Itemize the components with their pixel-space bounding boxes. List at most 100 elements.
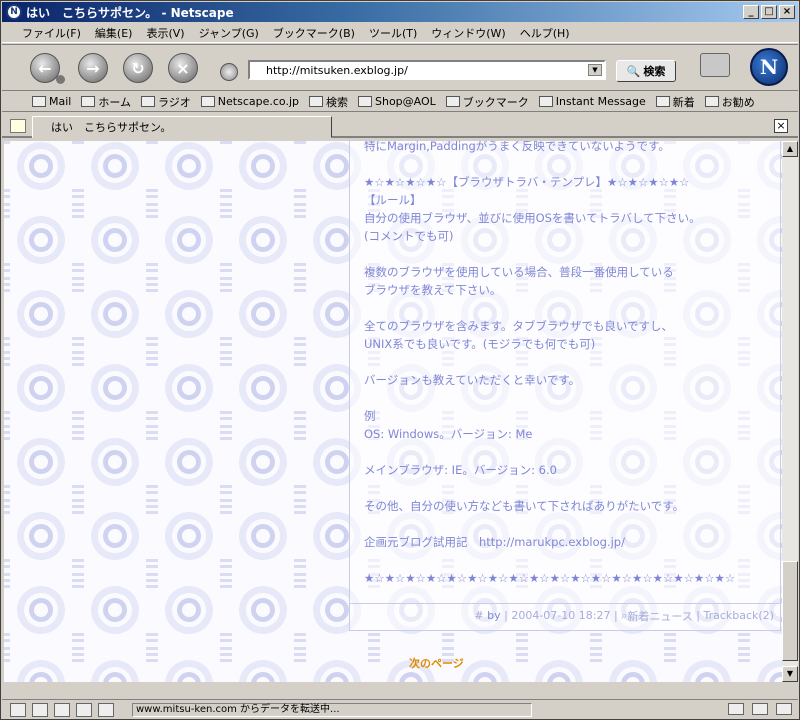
- post-line: [364, 443, 774, 461]
- close-button[interactable]: ×: [779, 5, 795, 19]
- new-tab-icon[interactable]: [10, 119, 26, 133]
- browser-window: N はい こちらサポセン。 - Netscape _ □ × ファイル(F) 編…: [0, 0, 800, 720]
- url-field[interactable]: http://mitsuken.exblog.jp/ ▼: [248, 60, 606, 80]
- post-line: [364, 155, 774, 173]
- post-line: ブラウザを教えて下さい。: [364, 283, 502, 297]
- aim-icon[interactable]: [54, 702, 70, 717]
- post-line: ★☆★☆★☆★☆【ブラウザトラバ・テンプレ】★☆★☆★☆★☆: [364, 175, 690, 189]
- pb-item-mail[interactable]: Mail: [32, 95, 71, 108]
- reload-button[interactable]: ↻: [123, 53, 153, 83]
- menu-go[interactable]: ジャンプ(G): [199, 25, 259, 41]
- scroll-down-icon[interactable]: ▼: [782, 666, 798, 682]
- pb-item-bookmarks[interactable]: ブックマーク: [445, 94, 529, 110]
- pb-item-recommend[interactable]: お勧め: [704, 94, 755, 110]
- magnifier-icon: [309, 96, 323, 107]
- author-link[interactable]: by: [487, 609, 501, 622]
- post-line: [364, 551, 774, 569]
- post-line: OS: Windows。バージョン: Me: [364, 427, 533, 441]
- headphones-icon: [141, 96, 156, 107]
- folder-icon: [445, 96, 460, 107]
- shop-icon: [358, 96, 372, 107]
- post-date: 2004-07-10 18:27: [511, 609, 611, 622]
- menu-edit[interactable]: 編集(E): [95, 25, 133, 41]
- post-line: 例: [364, 409, 376, 423]
- status-text: www.mitsu-ken.com からデータを転送中...: [132, 703, 532, 717]
- minimize-button[interactable]: _: [743, 5, 759, 19]
- permalink-link[interactable]: #: [474, 609, 483, 622]
- bookmark-icon: [538, 96, 553, 107]
- search-button[interactable]: 🔍 検索: [616, 60, 676, 82]
- status-bar: www.mitsu-ken.com からデータを転送中...: [2, 699, 798, 719]
- post-line: その他、自分の使い方なども書いて下さればありがたいです。: [364, 499, 685, 513]
- print-icon[interactable]: [700, 53, 730, 77]
- menu-file[interactable]: ファイル(F): [22, 25, 81, 41]
- post-line: UNIX系でも良いです。(モジラでも何でも可): [364, 337, 596, 351]
- navigation-toolbar: ← → ↻ × http://mitsuken.exblog.jp/ ▼ 🔍 検…: [2, 44, 798, 91]
- bookmark-icon: [704, 96, 719, 107]
- close-tab-icon[interactable]: ×: [774, 119, 788, 133]
- forward-arrow-icon: →: [86, 58, 100, 78]
- mail-icon: [32, 96, 46, 107]
- pb-item-search[interactable]: 検索: [309, 94, 348, 110]
- menu-view[interactable]: 表示(V): [146, 25, 184, 41]
- tab-current[interactable]: はい こちらサポセン。: [32, 116, 332, 138]
- lock-icon: [776, 703, 792, 715]
- mail-icon[interactable]: [32, 702, 48, 717]
- scroll-thumb[interactable]: [782, 561, 798, 661]
- url-dropdown-icon[interactable]: ▼: [588, 64, 602, 76]
- tab-label: はい こちらサポセン。: [51, 121, 172, 134]
- menu-bookmarks[interactable]: ブックマーク(B): [273, 25, 355, 41]
- post-line: 全てのブラウザを含みます。タブブラウザでも良いですし、: [364, 319, 674, 333]
- go-button[interactable]: [220, 63, 238, 81]
- pb-item-netscape[interactable]: Netscape.co.jp: [200, 95, 299, 108]
- menu-window[interactable]: ウィンドウ(W): [431, 25, 505, 41]
- post-line: 【ルール】: [364, 193, 422, 207]
- page-content: 特にMargin,Paddingがうまく反映できていないようです。 ★☆★☆★☆★…: [4, 141, 782, 682]
- menu-bar: ファイル(F) 編集(E) 表示(V) ジャンプ(G) ブックマーク(B) ツー…: [2, 23, 798, 43]
- pb-item-shop[interactable]: Shop@AOL: [358, 95, 436, 108]
- url-text: http://mitsuken.exblog.jp/: [266, 63, 408, 77]
- my-netscape-icon: [200, 96, 215, 107]
- navigator-icon[interactable]: [10, 702, 26, 717]
- category-link[interactable]: 新着ニュース: [627, 608, 692, 624]
- connection-icon: [728, 703, 744, 715]
- post-line: [364, 299, 774, 317]
- netscape-logo[interactable]: N: [750, 48, 788, 86]
- pb-item-instant-message[interactable]: Instant Message: [538, 95, 646, 108]
- post-line: 特にMargin,Paddingがうまく反映できていないようです。: [364, 141, 670, 153]
- scroll-up-icon[interactable]: ▲: [782, 141, 798, 157]
- maximize-button[interactable]: □: [761, 5, 777, 19]
- vertical-scrollbar[interactable]: ▲ ▼: [782, 141, 798, 682]
- post-line: 複数のブラウザを使用している場合、普段一番使用している: [364, 265, 674, 279]
- window-controls: _ □ ×: [741, 5, 795, 19]
- title-bar: N はい こちらサポセン。 - Netscape _ □ ×: [2, 2, 798, 22]
- reload-icon: ↻: [131, 58, 145, 78]
- window-title: はい こちらサポセン。 - Netscape: [26, 5, 234, 20]
- menu-help[interactable]: ヘルプ(H): [520, 25, 570, 41]
- post-line: [364, 515, 774, 533]
- next-page-link[interactable]: 次のページ: [409, 655, 464, 671]
- post-line: バージョンも教えていただくと幸いです。: [364, 373, 581, 387]
- post-line: 自分の使用ブラウザ、並びに使用OSを書いてトラバして下さい。: [364, 211, 701, 225]
- personal-toolbar: Mail ホーム ラジオ Netscape.co.jp 検索 Shop@AOL …: [2, 92, 798, 112]
- blog-post: 特にMargin,Paddingがうまく反映できていないようです。 ★☆★☆★☆★…: [349, 141, 781, 631]
- post-line: ★☆★☆★☆★☆★☆★☆★☆★☆★☆★☆★☆★☆★☆★☆★☆★☆★☆★☆: [364, 571, 736, 585]
- stop-button[interactable]: ×: [168, 53, 198, 83]
- composer-icon[interactable]: [76, 702, 92, 717]
- netscape-icon: N: [6, 4, 22, 20]
- menu-tools[interactable]: ツール(T): [369, 25, 417, 41]
- address-book-icon[interactable]: [98, 702, 114, 717]
- post-line: (コメントでも可): [364, 229, 454, 243]
- search-icon: 🔍: [626, 64, 641, 78]
- back-arrow-icon: ←: [38, 58, 52, 78]
- pb-item-radio[interactable]: ラジオ: [141, 94, 191, 110]
- trackback-link[interactable]: Trackback(2): [703, 609, 774, 622]
- pb-item-home[interactable]: ホーム: [81, 94, 131, 110]
- back-button[interactable]: ←: [30, 53, 65, 84]
- post-line: [364, 479, 774, 497]
- pb-item-new[interactable]: 新着: [655, 94, 695, 110]
- home-icon: [81, 96, 96, 107]
- post-line: [364, 389, 774, 407]
- post-line: [364, 353, 774, 371]
- forward-button[interactable]: →: [78, 53, 108, 83]
